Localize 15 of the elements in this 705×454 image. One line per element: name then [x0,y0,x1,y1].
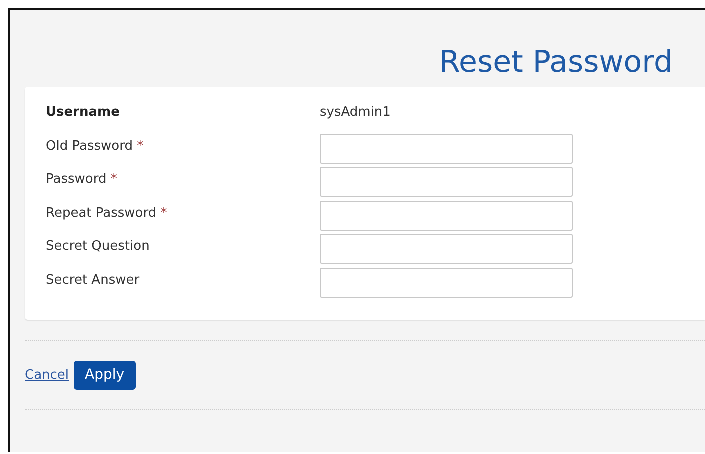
cancel-link[interactable]: Cancel [25,368,70,382]
field-label: Password * [46,172,118,187]
username-value: sysAdmin1 [320,105,392,120]
field-label: Repeat Password * [46,206,168,220]
field-label: Secret Answer [46,272,141,288]
apply-button[interactable]: Apply [74,360,136,390]
field-label: Secret Question [46,239,151,254]
input-field[interactable] [320,268,573,298]
input-field[interactable] [320,200,573,230]
input-field[interactable] [320,167,573,197]
input-field[interactable] [320,234,573,264]
field-label: Old Password * [46,138,145,154]
input-field[interactable] [320,134,573,164]
field-label: Username [46,105,121,120]
page-title: Reset Password [438,44,674,82]
